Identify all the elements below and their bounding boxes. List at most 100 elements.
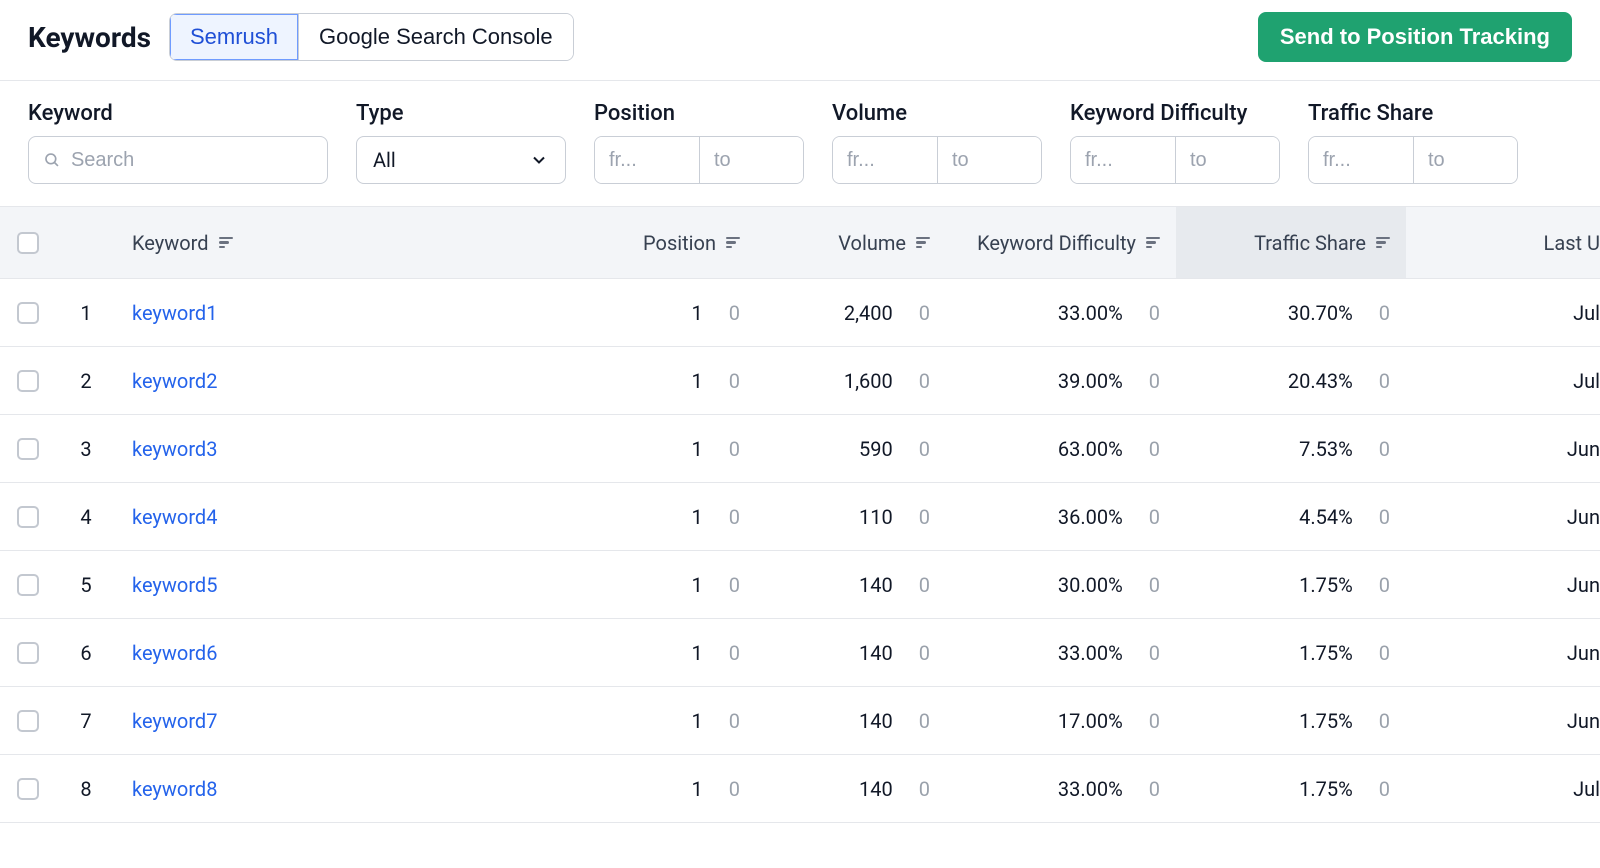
kd-delta: 0 [1149,301,1160,325]
row-checkbox[interactable] [17,642,39,664]
ts-delta: 0 [1379,369,1390,393]
col-keyword[interactable]: Keyword [116,207,576,278]
ts-value: 20.43% [1288,369,1353,393]
ts-delta: 0 [1379,573,1390,597]
filter-volume-label: Volume [832,101,1042,126]
table-row: 1 keyword1 1 0 2,400 0 33.00% 0 30.70% 0… [0,279,1600,347]
row-index: 5 [56,551,116,618]
position-cell: 1 0 [576,483,756,550]
keyword-link[interactable]: keyword7 [116,687,576,754]
col-kd[interactable]: Keyword Difficulty [946,207,1176,278]
row-checkbox[interactable] [17,710,39,732]
sort-icon [1146,237,1160,249]
row-select-cell [0,551,56,618]
ts-cell: 4.54% 0 [1176,483,1406,550]
keyword-link[interactable]: keyword3 [116,415,576,482]
row-select-cell [0,687,56,754]
keyword-link[interactable]: keyword6 [116,619,576,686]
col-volume[interactable]: Volume [756,207,946,278]
ts-delta: 0 [1379,641,1390,665]
filter-position-label: Position [594,101,804,126]
type-select[interactable]: All [356,136,566,184]
send-to-position-tracking-button[interactable]: Send to Position Tracking [1258,12,1572,62]
last-cell: Jul [1406,755,1600,822]
kd-cell: 63.00% 0 [946,415,1176,482]
kd-cell: 17.00% 0 [946,687,1176,754]
kd-delta: 0 [1149,777,1160,801]
ts-range [1308,136,1518,184]
kd-delta: 0 [1149,505,1160,529]
col-ts[interactable]: Traffic Share [1176,207,1406,278]
position-value: 1 [692,777,703,801]
row-select-cell [0,279,56,346]
ts-value: 30.70% [1288,301,1353,325]
kd-delta: 0 [1149,437,1160,461]
position-delta: 0 [729,301,740,325]
volume-to-input[interactable] [937,137,1041,183]
kd-delta: 0 [1149,369,1160,393]
search-input-wrap[interactable] [28,136,328,184]
last-cell: Jun [1406,687,1600,754]
filters-bar: Keyword Type All Position Volume [0,81,1600,207]
kd-value: 33.00% [1058,641,1123,665]
ts-to-input[interactable] [1413,137,1517,183]
position-value: 1 [692,709,703,733]
row-checkbox[interactable] [17,438,39,460]
filter-type-label: Type [356,101,566,126]
row-index: 8 [56,755,116,822]
select-all-checkbox[interactable] [17,232,39,254]
row-index: 6 [56,619,116,686]
col-position[interactable]: Position [576,207,756,278]
table-row: 6 keyword6 1 0 140 0 33.00% 0 1.75% 0 Ju… [0,619,1600,687]
kd-cell: 33.00% 0 [946,619,1176,686]
position-cell: 1 0 [576,415,756,482]
table-header: Keyword Position Volume Keyword Difficul… [0,207,1600,279]
tab-google-search-console[interactable]: Google Search Console [298,14,573,60]
keyword-link[interactable]: keyword2 [116,347,576,414]
volume-cell: 590 0 [756,415,946,482]
col-last[interactable]: Last U [1406,207,1600,278]
volume-delta: 0 [919,437,930,461]
volume-cell: 140 0 [756,551,946,618]
search-input[interactable] [71,149,313,172]
ts-cell: 7.53% 0 [1176,415,1406,482]
row-checkbox[interactable] [17,302,39,324]
row-checkbox[interactable] [17,506,39,528]
keyword-link[interactable]: keyword4 [116,483,576,550]
sort-icon [1376,237,1390,249]
kd-from-input[interactable] [1071,137,1175,183]
type-select-value: All [373,148,396,172]
position-to-input[interactable] [699,137,803,183]
volume-delta: 0 [919,709,930,733]
row-index: 4 [56,483,116,550]
volume-cell: 140 0 [756,687,946,754]
volume-value: 590 [859,437,893,461]
volume-range [832,136,1042,184]
table-body: 1 keyword1 1 0 2,400 0 33.00% 0 30.70% 0… [0,279,1600,823]
filter-keyword: Keyword [28,101,328,184]
tab-semrush[interactable]: Semrush [170,14,298,60]
position-delta: 0 [729,437,740,461]
volume-value: 2,400 [844,301,893,325]
last-cell: Jun [1406,619,1600,686]
position-from-input[interactable] [595,137,699,183]
col-ts-label: Traffic Share [1254,231,1366,255]
kd-value: 39.00% [1058,369,1123,393]
position-value: 1 [692,301,703,325]
keyword-link[interactable]: keyword1 [116,279,576,346]
filter-ts-label: Traffic Share [1308,101,1518,126]
kd-cell: 39.00% 0 [946,347,1176,414]
row-checkbox[interactable] [17,778,39,800]
keyword-link[interactable]: keyword5 [116,551,576,618]
table-row: 4 keyword4 1 0 110 0 36.00% 0 4.54% 0 Ju… [0,483,1600,551]
volume-from-input[interactable] [833,137,937,183]
volume-value: 140 [859,709,893,733]
kd-value: 33.00% [1058,301,1123,325]
row-checkbox[interactable] [17,574,39,596]
kd-value: 63.00% [1058,437,1123,461]
row-checkbox[interactable] [17,370,39,392]
filter-keyword-label: Keyword [28,101,328,126]
kd-to-input[interactable] [1175,137,1279,183]
ts-from-input[interactable] [1309,137,1413,183]
keyword-link[interactable]: keyword8 [116,755,576,822]
